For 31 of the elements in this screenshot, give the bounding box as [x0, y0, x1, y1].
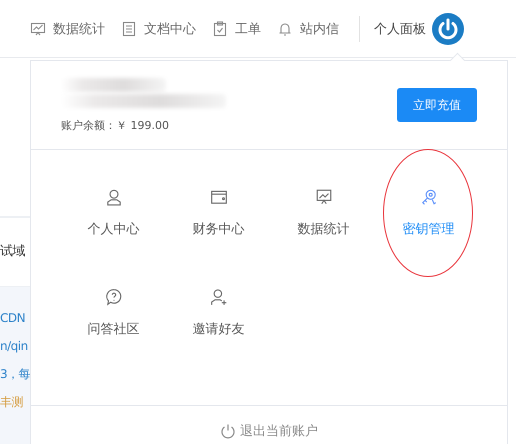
background-text: 丰测 [0, 394, 24, 411]
document-icon [122, 21, 136, 36]
key-icon [422, 190, 436, 205]
user-icon [106, 190, 120, 206]
clipboard-icon [214, 20, 226, 36]
profile-label[interactable]: 个人面板 [374, 20, 426, 38]
recharge-button[interactable]: 立即充值 [397, 88, 477, 122]
question-icon [106, 289, 121, 305]
power-icon [220, 423, 236, 439]
nav-link[interactable]: 数据统计 [30, 20, 105, 38]
chart-icon [30, 22, 46, 36]
nav-link[interactable]: 工单 [212, 20, 261, 38]
background-text: 试域 [0, 243, 25, 261]
background-text: CDN [0, 310, 26, 327]
background-text: 3，每 [0, 366, 30, 383]
user-add-icon [210, 289, 226, 306]
presentation-icon [316, 190, 331, 204]
menu-item[interactable]: 邀请好友 [166, 280, 271, 356]
menu-item[interactable]: 财务中心 [166, 180, 271, 256]
background-text: n/qin [0, 338, 29, 355]
balance-text: 账户余额：￥ 199.00 [61, 118, 170, 132]
wallet-icon [210, 190, 226, 204]
menu-item[interactable]: 问答社区 [61, 280, 166, 356]
logout-link[interactable]: 退出当前账户 [220, 422, 318, 440]
bell-icon [278, 22, 292, 36]
menu-item[interactable]: 个人中心 [61, 180, 166, 256]
nav-link[interactable]: 站内信 [277, 20, 339, 38]
menu-item[interactable]: 密钥管理 [376, 180, 481, 256]
menu-item[interactable]: 数据统计 [271, 180, 376, 256]
power-avatar-icon[interactable] [432, 12, 464, 44]
nav-link[interactable]: 文档中心 [121, 20, 196, 38]
